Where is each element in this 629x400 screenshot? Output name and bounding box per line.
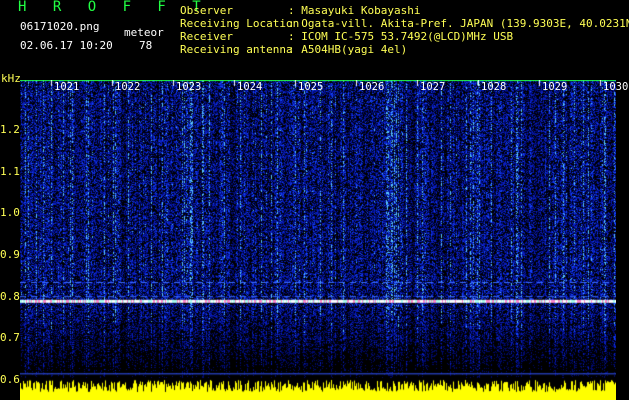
y-axis-unit: kHz (1, 72, 21, 85)
receiver-label: Receiver (180, 30, 233, 43)
y-tick-label: 0.7 (0, 331, 20, 345)
antenna-value: : A504HB(yagi 4el) (288, 43, 408, 56)
minute-tick-label: 1022 (115, 81, 141, 93)
minute-tick-label: 1028 (481, 81, 507, 93)
minute-tick-label: 1025 (298, 81, 324, 93)
location-value: : Ogata-vill. Akita-Pref. JAPAN (139.930… (288, 17, 629, 30)
minute-tick-label: 1027 (420, 81, 446, 93)
y-tick-label: 0.8 (0, 289, 20, 303)
count-label: 78 (139, 39, 153, 52)
observer-label: Observer (180, 4, 233, 17)
minute-tick-label: 1021 (54, 81, 80, 93)
spectrogram-canvas (20, 80, 616, 400)
header-panel: H R O F F T 06171020.png meteor 02.06.17… (0, 0, 629, 80)
minute-tick-label: 1026 (359, 81, 385, 93)
detector-label: meteor (124, 26, 164, 39)
minute-tick-label: 1024 (237, 81, 263, 93)
y-tick-label: 1.2 (0, 123, 20, 136)
filename-label: 06171020.png (20, 20, 100, 33)
minute-tick-label: 1023 (176, 81, 202, 93)
y-tick-label: 1.0 (0, 206, 20, 220)
location-label: Receiving Location (180, 17, 300, 30)
y-tick-label: 0.9 (0, 248, 20, 261)
datetime-label: 02.06.17 10:20 (20, 39, 113, 52)
minute-tick-label: 1030 (603, 81, 629, 93)
observer-value: : Masayuki Kobayashi (288, 4, 421, 17)
y-tick-label: 0.6 (0, 373, 20, 386)
antenna-label: Receiving antenna (180, 43, 293, 56)
minute-tick-label: 1029 (542, 81, 568, 93)
y-tick-label: 1.1 (0, 164, 20, 178)
receiver-value: : ICOM IC-575 53.7492(@LCD)MHz USB (288, 30, 514, 43)
